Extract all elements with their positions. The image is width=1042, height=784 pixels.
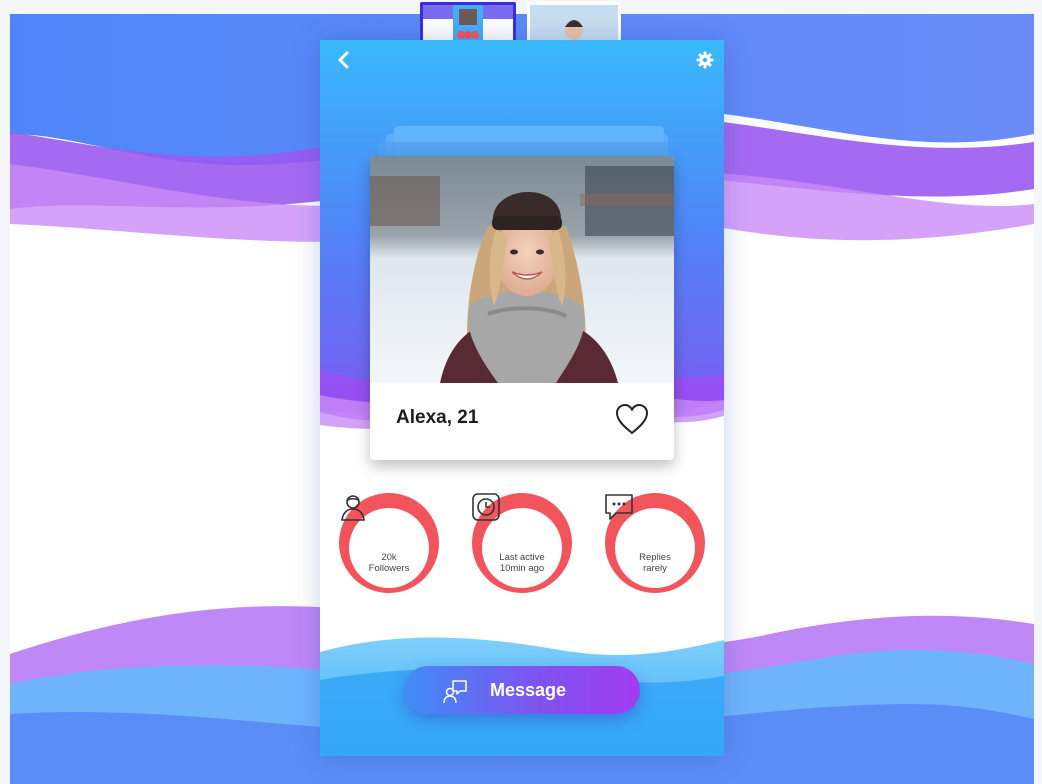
- stat-followers: 20k Followers: [338, 492, 440, 594]
- stat-label: Replies rarely: [639, 552, 671, 574]
- stat-replies: Replies rarely: [604, 492, 706, 594]
- heart-outline-icon[interactable]: [614, 402, 650, 436]
- back-button[interactable]: [334, 50, 354, 70]
- settings-button[interactable]: [696, 51, 714, 69]
- clock-icon: [472, 493, 500, 521]
- chat-person-icon: [443, 680, 467, 704]
- canvas: Alexa, 21 20k Followers Last active 10mi…: [0, 0, 1042, 784]
- stat-label: Last active 10min ago: [499, 552, 545, 574]
- message-button[interactable]: Message: [404, 666, 640, 714]
- stat-last-active: Last active 10min ago: [471, 492, 573, 594]
- message-button-label: Message: [490, 680, 567, 700]
- stat-label: 20k Followers: [368, 552, 410, 574]
- user-icon: [341, 495, 365, 521]
- profile-photo: [370, 156, 674, 383]
- gear-icon: [696, 51, 714, 69]
- profile-card[interactable]: Alexa, 21: [370, 156, 674, 460]
- chevron-left-icon: [338, 51, 349, 69]
- phone-screen: Alexa, 21 20k Followers Last active 10mi…: [320, 40, 724, 756]
- profile-name-age: Alexa, 21: [396, 407, 479, 428]
- chat-bubble-icon: [605, 494, 633, 520]
